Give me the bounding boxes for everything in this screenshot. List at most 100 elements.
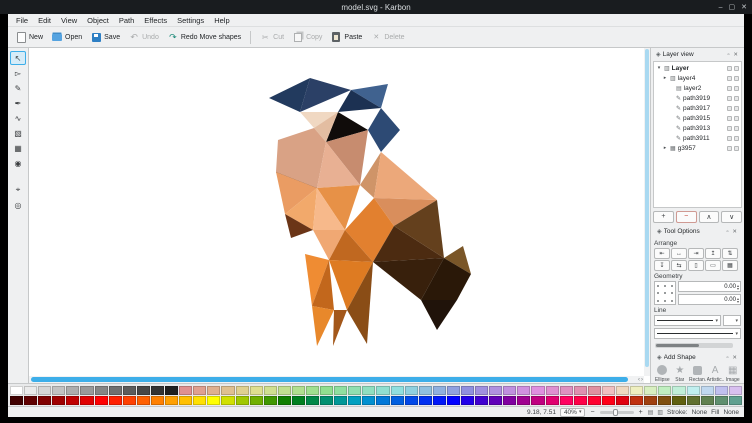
color-swatch[interactable] [109,396,122,405]
color-swatch[interactable] [334,386,347,395]
artwork-polygon[interactable] [374,152,437,200]
color-swatch[interactable] [391,396,404,405]
color-swatch[interactable] [236,396,249,405]
color-swatch[interactable] [123,396,136,405]
calligraphy-tool[interactable]: ∿ [10,111,26,125]
color-swatch[interactable] [320,386,333,395]
delete-layer-button[interactable]: − [676,211,697,223]
toolbar-redo-move-shapes-button[interactable]: ↷Redo Move shapes [164,30,245,44]
color-swatch[interactable] [179,396,192,405]
group-shapes-button[interactable]: ▦ [722,260,738,271]
align-vcenter-button[interactable]: ⇅ [722,248,738,259]
float-dock-icon[interactable]: ▫ [726,52,730,58]
color-swatch[interactable] [24,396,37,405]
color-swatch[interactable] [391,386,404,395]
color-swatch[interactable] [729,386,742,395]
layer-row-g3957[interactable]: ▸▦g3957 [654,143,741,153]
canvas-viewport[interactable]: ‹ › [29,48,650,383]
color-swatch[interactable] [109,386,122,395]
color-swatch[interactable] [687,386,700,395]
color-swatch[interactable] [207,386,220,395]
lock-toggle[interactable] [734,136,739,141]
color-swatch[interactable] [447,386,460,395]
zoom-slider[interactable] [600,411,634,414]
shape-edit-tool[interactable]: ▻ [10,66,26,80]
layer-row-path3919[interactable]: ✎path3919 [654,93,741,103]
color-swatch[interactable] [602,386,615,395]
close-dock-icon[interactable]: ✕ [731,229,738,235]
layer-row-layer[interactable]: ▾▥Layer [654,63,741,73]
lock-toggle[interactable] [734,126,739,131]
color-swatch[interactable] [658,396,671,405]
toolbar-save-button[interactable]: Save [87,30,124,44]
color-swatch[interactable] [503,386,516,395]
color-swatch[interactable] [165,396,178,405]
fill-value[interactable]: None [723,409,739,416]
align-bottom-button[interactable]: ↧ [654,260,670,271]
fit-page-icon[interactable]: ▤ [648,409,654,416]
color-swatch[interactable] [24,386,37,395]
color-swatch[interactable] [193,396,206,405]
gradient-tool[interactable]: ▧ [10,126,26,140]
lock-toggle[interactable] [734,66,739,71]
float-dock-icon[interactable]: ▫ [725,355,729,361]
toolbar-new-button[interactable]: New [12,30,47,44]
horizontal-scrollbar-thumb[interactable] [31,377,628,382]
color-picker-tool[interactable]: ◉ [10,156,26,170]
color-swatch[interactable] [292,396,305,405]
zoom-slider-handle[interactable] [613,409,618,416]
lock-toggle[interactable] [734,106,739,111]
zoom-level-select[interactable]: 40% ▾ [560,408,586,417]
scroll-left-icon[interactable]: ‹ [638,377,640,383]
color-swatch[interactable] [616,396,629,405]
layer-row-layer2[interactable]: ▤layer2 [654,83,741,93]
color-swatch[interactable] [405,396,418,405]
color-swatch[interactable] [193,386,206,395]
expander-icon[interactable]: ▸ [662,75,668,81]
color-swatch[interactable] [179,386,192,395]
color-swatch[interactable] [546,386,559,395]
menu-path[interactable]: Path [114,15,139,26]
color-swatch[interactable] [630,386,643,395]
zoom-out-button[interactable]: − [589,409,595,416]
color-swatch[interactable] [715,396,728,405]
menu-edit[interactable]: Edit [33,15,56,26]
add-layer-button[interactable]: + [653,211,674,223]
menu-view[interactable]: View [56,15,82,26]
color-swatch[interactable] [10,386,23,395]
color-swatch[interactable] [644,386,657,395]
color-swatch[interactable] [475,386,488,395]
color-swatch[interactable] [447,396,460,405]
align-top-button[interactable]: ↥ [705,248,721,259]
color-swatch[interactable] [52,396,65,405]
color-swatch[interactable] [95,396,108,405]
color-swatch[interactable] [362,386,375,395]
dock-scrollbar-thumb[interactable] [656,344,699,347]
shape-item-artistic[interactable]: AArtistic... [707,364,724,383]
fit-width-icon[interactable]: ▥ [657,409,663,416]
toolbar-paste-button[interactable]: Paste [327,30,366,44]
layer-row-path3913[interactable]: ✎path3913 [654,123,741,133]
zoom-tool[interactable]: ◎ [10,198,26,212]
color-swatch[interactable] [236,386,249,395]
dock-scrollbar[interactable] [655,343,733,348]
scroll-right-icon[interactable]: › [641,377,643,383]
lock-toggle[interactable] [734,116,739,121]
color-swatch[interactable] [151,396,164,405]
color-swatch[interactable] [616,386,629,395]
color-swatch[interactable] [221,386,234,395]
menu-effects[interactable]: Effects [139,15,172,26]
color-swatch[interactable] [376,396,389,405]
color-swatch[interactable] [489,396,502,405]
line-width-select[interactable]: ▾ [654,328,741,339]
vertical-scrollbar-thumb[interactable] [645,49,649,367]
float-dock-icon[interactable]: ▫ [725,229,729,235]
color-swatch[interactable] [672,386,685,395]
color-swatch[interactable] [475,396,488,405]
color-swatch[interactable] [687,396,700,405]
color-swatch[interactable] [250,386,263,395]
color-swatch[interactable] [348,396,361,405]
artwork-svg[interactable] [29,48,644,376]
artwork-polygon[interactable] [312,306,334,346]
titlebar[interactable]: model.svg - Karbon – ▢ ✕ [0,0,752,14]
